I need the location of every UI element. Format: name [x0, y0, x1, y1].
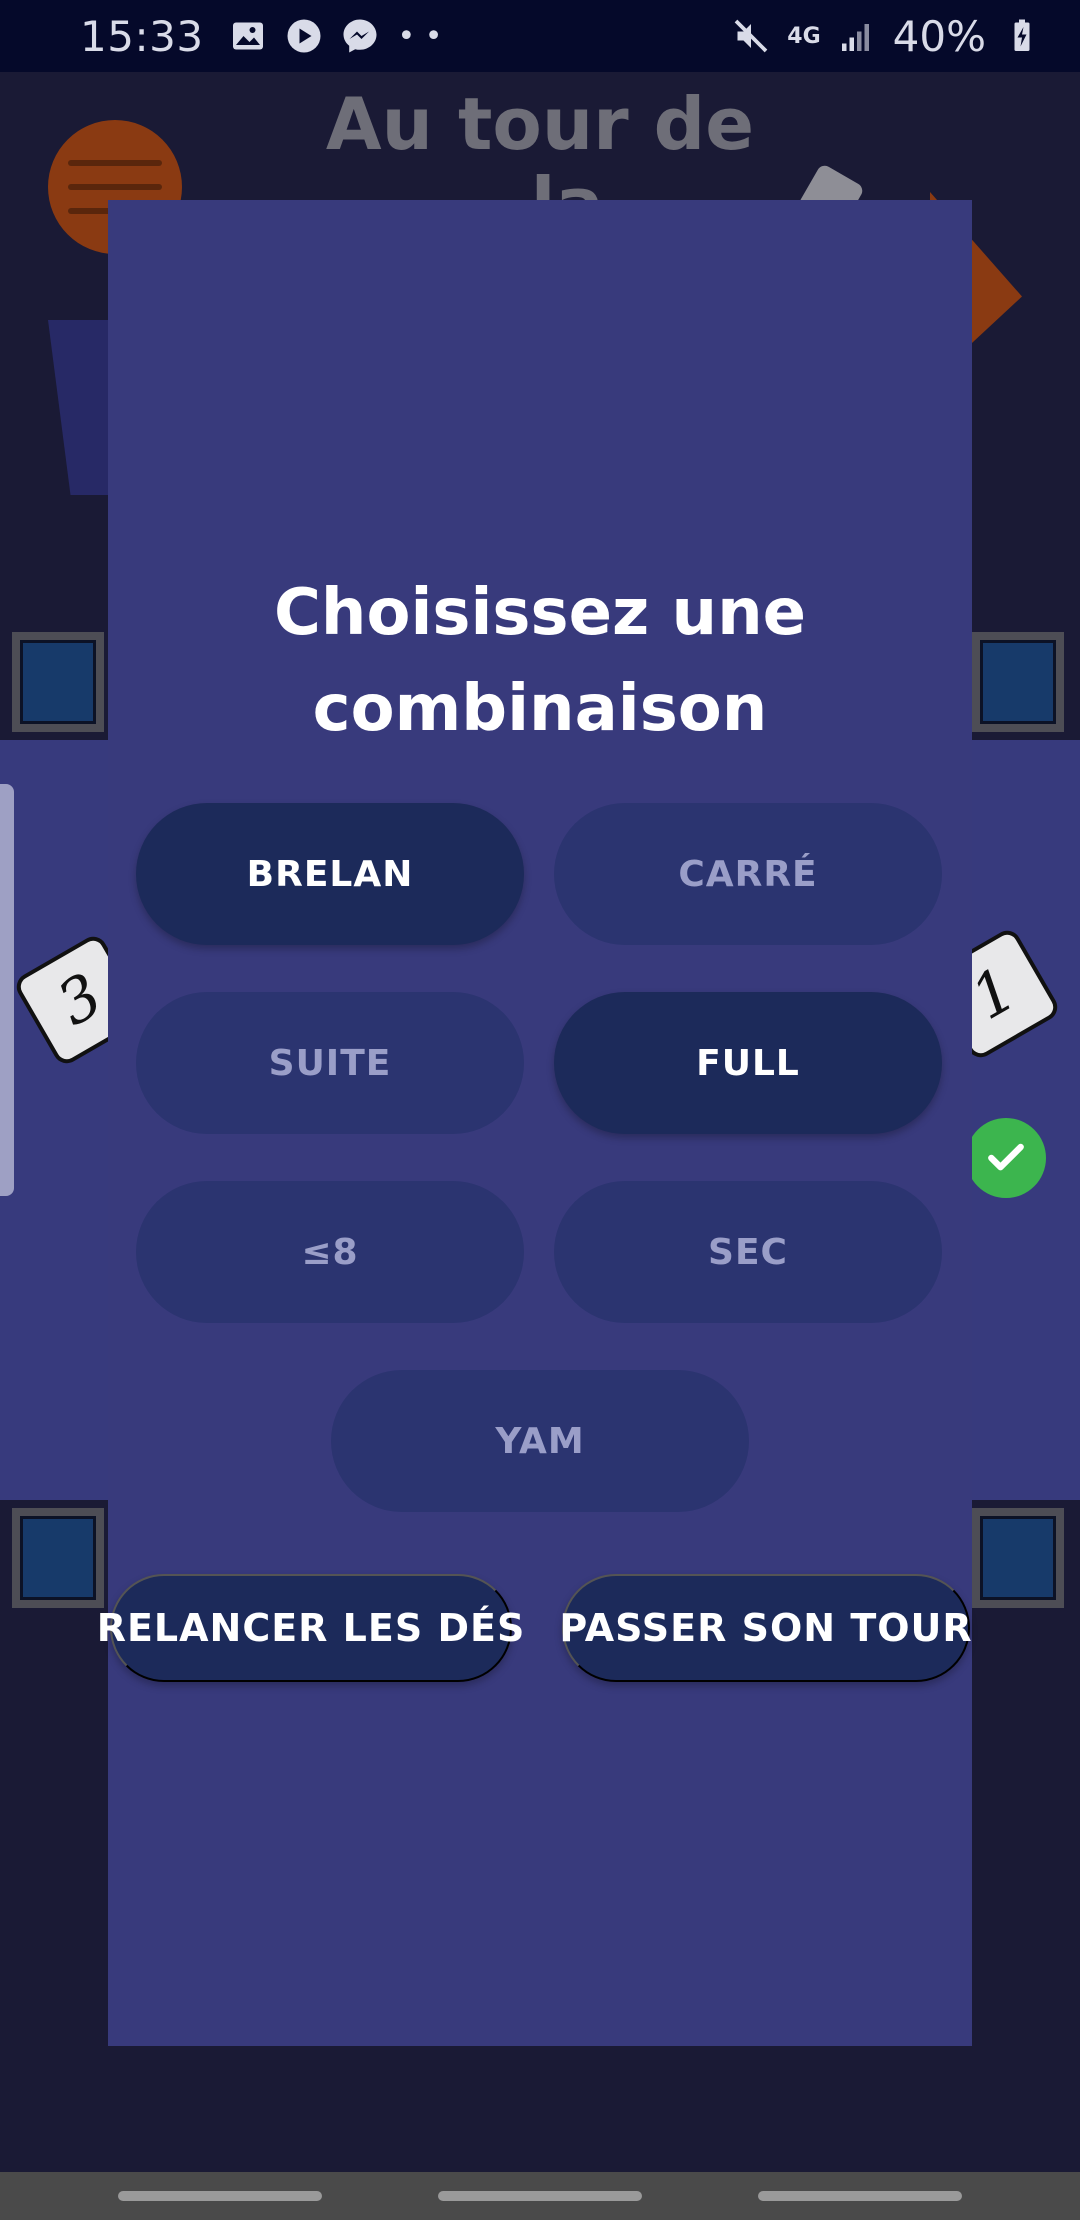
nav-back-button[interactable]: [118, 2191, 322, 2201]
menu-line-icon: [68, 184, 162, 190]
yam-button[interactable]: YAM: [331, 1370, 749, 1512]
combination-dialog: Choisissez une combinaison BRELAN CARRÉ …: [97, 200, 972, 2046]
full-button[interactable]: FULL: [554, 992, 942, 1134]
nav-home-button[interactable]: [438, 2191, 642, 2201]
sec-button[interactable]: SEC: [554, 1181, 942, 1323]
side-drawer-handle[interactable]: [0, 784, 14, 1196]
suite-button[interactable]: SUITE: [136, 992, 524, 1134]
dialog-title: Choisissez une combinaison: [273, 576, 807, 746]
notification-icons: • •: [230, 18, 443, 54]
board-frame-top-left: [12, 632, 104, 732]
brelan-button[interactable]: BRELAN: [136, 803, 524, 945]
board-frame-bottom-left: [12, 1508, 104, 1608]
board-frame-top-right: [972, 632, 1064, 732]
gallery-icon: [232, 22, 263, 50]
status-bar: 15:33 • • 4G 40%: [0, 0, 1080, 72]
messenger-icon: [343, 19, 377, 53]
check-icon[interactable]: [966, 1118, 1046, 1198]
nav-recents-button[interactable]: [758, 2191, 962, 2201]
battery-percent: 40%: [892, 11, 986, 61]
checkmark-icon: [988, 1143, 1024, 1171]
status-time: 15:33: [80, 11, 204, 61]
signal-icon: [841, 24, 869, 51]
more-notifications-icon: • •: [397, 18, 443, 54]
network-type: 4G: [787, 23, 821, 49]
carre-button[interactable]: CARRÉ: [554, 803, 942, 945]
board-frame-bottom-right: [972, 1508, 1064, 1608]
play-icon: [287, 19, 321, 53]
status-right: 4G 40%: [733, 12, 1040, 61]
max-eight-button[interactable]: ≤8: [136, 1181, 524, 1323]
navigation-bar: [0, 2172, 1080, 2220]
menu-line-icon: [68, 160, 162, 166]
mute-icon: [734, 19, 768, 53]
reroll-dice-button[interactable]: RELANCER LES DÉS: [97, 1574, 524, 1682]
battery-charging-icon: [1014, 19, 1030, 51]
pass-turn-button[interactable]: PASSER SON TOUR: [559, 1574, 972, 1682]
